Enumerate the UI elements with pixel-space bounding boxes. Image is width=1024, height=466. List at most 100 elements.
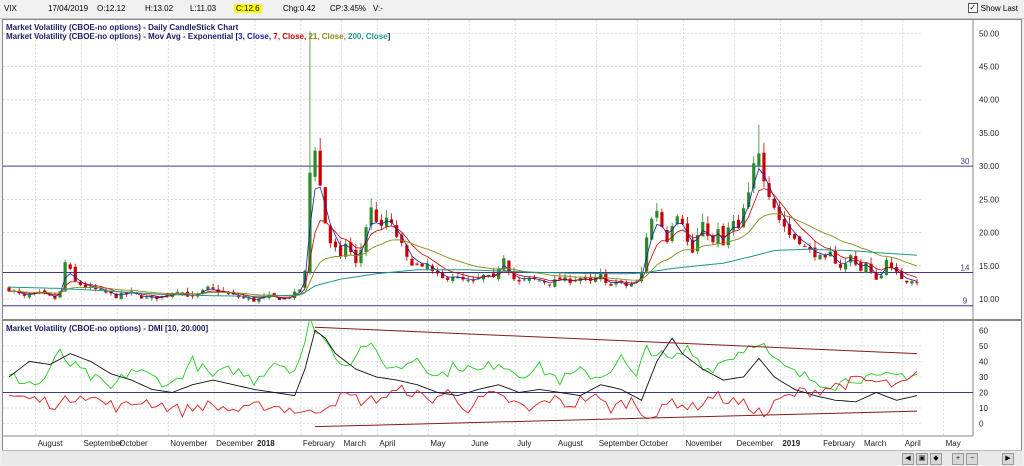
reference-label: 30 [961,157,970,166]
candle-body [517,279,521,282]
y-tick-label: 40.00 [979,96,1000,105]
candle-body [99,289,103,291]
chart-title: Market Volatility (CBOE-no options) - Da… [6,23,239,32]
candle-body [211,287,215,289]
zoom-in-icon[interactable]: + [952,453,964,465]
candle-body [338,245,343,257]
candle-body [650,218,654,240]
adx-line [8,329,918,403]
show-last-toggle[interactable]: ✓ Show Last [967,3,1018,13]
candle-body [721,225,725,246]
candle-body [27,295,32,298]
open-label: O:12.12 [97,4,126,13]
dmi-legend: Market Volatility (CBOE-no options) - DM… [6,324,209,333]
x-tick-label: February [303,439,335,448]
close-label: C:12.6 [234,4,262,13]
x-tick-label: July [517,439,531,448]
x-tick-label: March [344,439,366,448]
candle-body [369,207,373,226]
candle-body [915,282,919,284]
price-panel[interactable]: 10.00 15.00 20.00 25.00 30.00 35.00 40.00 45.00… [2,19,1022,320]
candle-body [7,287,11,292]
candle-body [354,249,358,264]
x-tick-label: November [170,439,207,448]
candle-body [145,297,149,299]
candle-body [308,172,312,273]
y-tick-label: 50 [979,342,988,351]
candle-body [73,266,77,281]
dmi-panel[interactable]: August September October November December 20… [2,315,1022,451]
candle-body [660,212,664,227]
chart-settings-icon[interactable]: ◆ [930,453,942,465]
dmi-chart[interactable]: August SeptemberOctober November December 20… [3,315,1021,450]
x-tick-label: June [471,439,489,448]
x-tick-label: December [736,439,773,448]
candle-body [451,277,455,282]
minus-di-line [8,371,918,420]
candle-body [379,219,383,226]
ema-legend-prefix: Market Volatility (CBOE-no options) - Mo… [6,32,239,41]
candle-body [537,280,542,282]
y-tick-label: 45.00 [979,63,1000,72]
reference-label: 14 [961,263,970,272]
ema-legend-suffix: ] [387,32,391,41]
candle-body [609,284,613,286]
candle-body [328,226,332,244]
candle-body [879,275,883,279]
candle-body [313,150,317,177]
main-legend: Market Volatility (CBOE-no options) - Da… [6,23,390,41]
candle-body [736,219,741,228]
x-tick-label: May [946,439,961,448]
candle-body [471,280,475,282]
x-tick-label: May [430,439,445,448]
candle-body [242,297,246,299]
horizontal-scrollbar[interactable]: ◀ ▣ ◆ + − ▶ [2,450,1022,465]
y-tick-label: 25.00 [979,195,1000,204]
candle-body [782,219,786,227]
checkbox-icon[interactable]: ✓ [967,3,978,13]
candle-body [415,263,419,265]
zoom-out-icon[interactable]: − [966,453,978,465]
x-tick-label: September [84,439,123,448]
zoom-icon[interactable]: ▣ [916,453,928,465]
candle-body [843,263,848,270]
candle-body [558,277,562,280]
candle-body [905,280,909,283]
candle-body [889,262,894,268]
date-label: 17/04/2019 [48,4,89,13]
x-tick-label: August [38,439,64,448]
reference-label: 9 [963,297,968,306]
scroll-right-icon[interactable]: ▶ [1002,453,1014,465]
candle-body [410,258,414,266]
candle-body [757,153,761,166]
candle-body [716,229,720,245]
candle-body [910,281,914,284]
trendline-1 [315,410,918,428]
ema7-legend: 7, Close, [273,32,307,41]
candle-body [226,293,230,295]
price-chart[interactable]: 10.00 15.00 20.00 25.00 30.00 35.00 40.00 45.00… [3,20,1021,319]
candle-body [655,210,659,218]
x-tick-label: November [685,439,722,448]
candle-body [818,254,822,260]
y-tick-label: 30.00 [979,162,1000,171]
candle-body [420,263,424,267]
candle-body [792,234,797,239]
quote-bar: VIX 17/04/2019 O:12.12 H:13.02 L:11.03 C… [0,0,1024,19]
low-label: L:11.03 [190,4,217,13]
y-tick-label: 60 [979,326,988,335]
x-tick-label: February [823,439,855,448]
show-last-label: Show Last [980,3,1018,13]
x-tick-label: August [558,439,584,448]
x-tick-label: April [379,439,395,448]
candle-body [247,298,251,300]
y-tick-label: 50.00 [979,29,1000,38]
candle-body [548,284,552,286]
x-tick-label: 2018 [257,439,275,448]
y-tick-label: 10.00 [979,295,1000,304]
candle-body [803,245,807,247]
y-tick-label: 40 [979,357,988,366]
change-label: Chg:0.42 [283,4,316,13]
ema200-legend: 200, Close [348,32,388,41]
scroll-left-icon[interactable]: ◀ [902,453,914,465]
